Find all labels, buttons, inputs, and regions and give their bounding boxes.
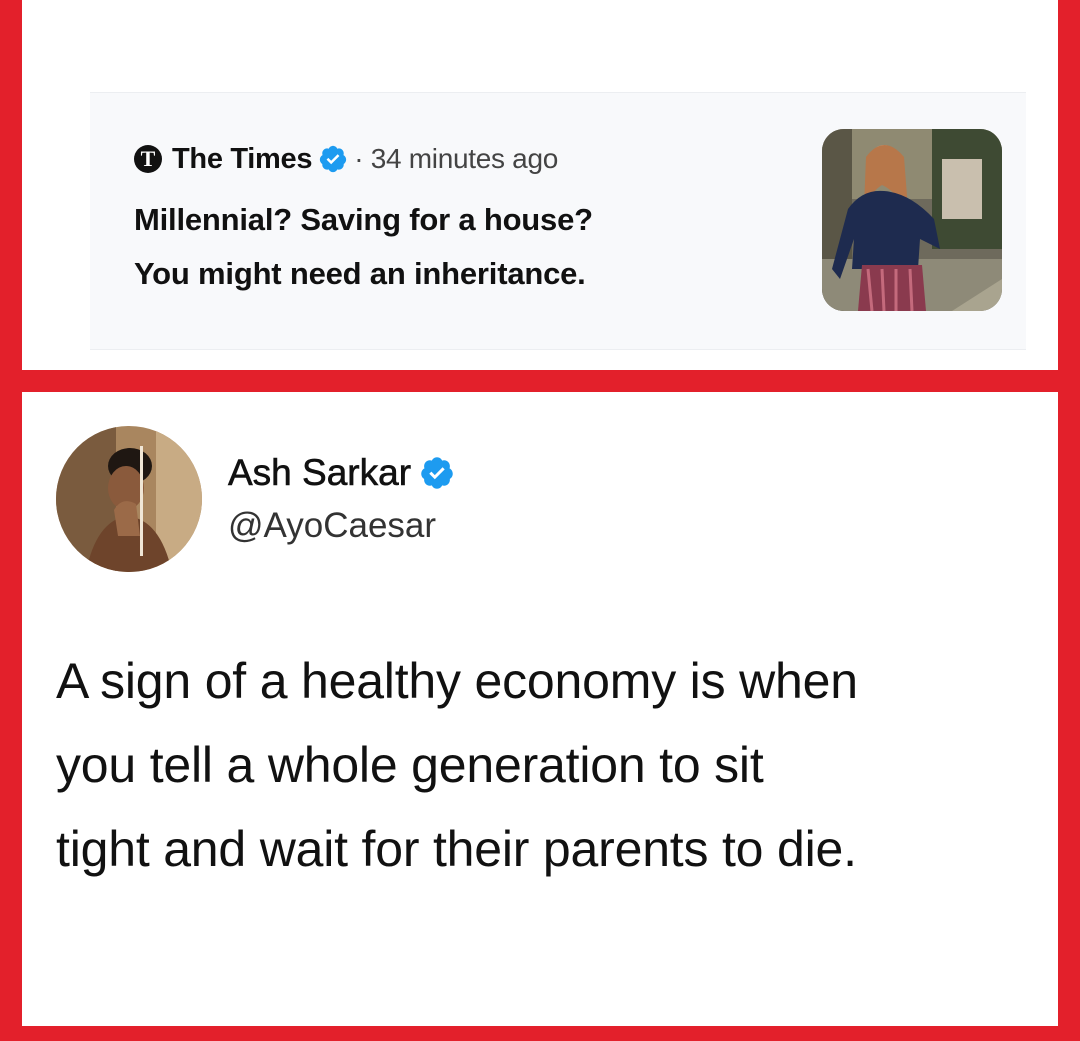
verified-badge-icon — [320, 145, 347, 173]
verified-badge-icon — [421, 457, 453, 489]
article-photo — [822, 129, 1002, 311]
author-name[interactable]: Ash Sarkar — [228, 452, 412, 494]
headline-line: Millennial? Saving for a house? — [134, 202, 593, 237]
article-card[interactable]: T The Times · 34 minutes ago Millennial?… — [90, 92, 1026, 350]
article-preview-panel: T The Times · 34 minutes ago Millennial?… — [22, 0, 1058, 370]
author-handle[interactable]: @AyoCaesar — [228, 506, 436, 546]
post-time: · 34 minutes ago — [354, 143, 558, 174]
times-logo-icon: T — [134, 145, 162, 173]
tweet-text-line: A sign of a healthy economy is when — [56, 653, 858, 709]
tweet-panel: Ash Sarkar @AyoCaesar A sign of a health… — [22, 392, 1058, 1026]
author-name-row: Ash Sarkar — [228, 452, 455, 494]
tweet-text-line: tight and wait for their parents to die. — [56, 821, 857, 877]
article-thumbnail[interactable] — [822, 129, 1002, 311]
tweet-text: A sign of a healthy economy is when you … — [56, 639, 1046, 891]
source-name[interactable]: The Times — [172, 143, 313, 176]
article-header: T The Times · 34 minutes ago — [134, 143, 558, 175]
avatar-photo — [56, 426, 202, 572]
tweet-text-line: you tell a whole generation to sit — [56, 737, 764, 793]
headline-line: You might need an inheritance. — [134, 256, 586, 291]
article-headline[interactable]: Millennial? Saving for a house? You migh… — [134, 193, 774, 301]
avatar[interactable] — [56, 426, 202, 572]
